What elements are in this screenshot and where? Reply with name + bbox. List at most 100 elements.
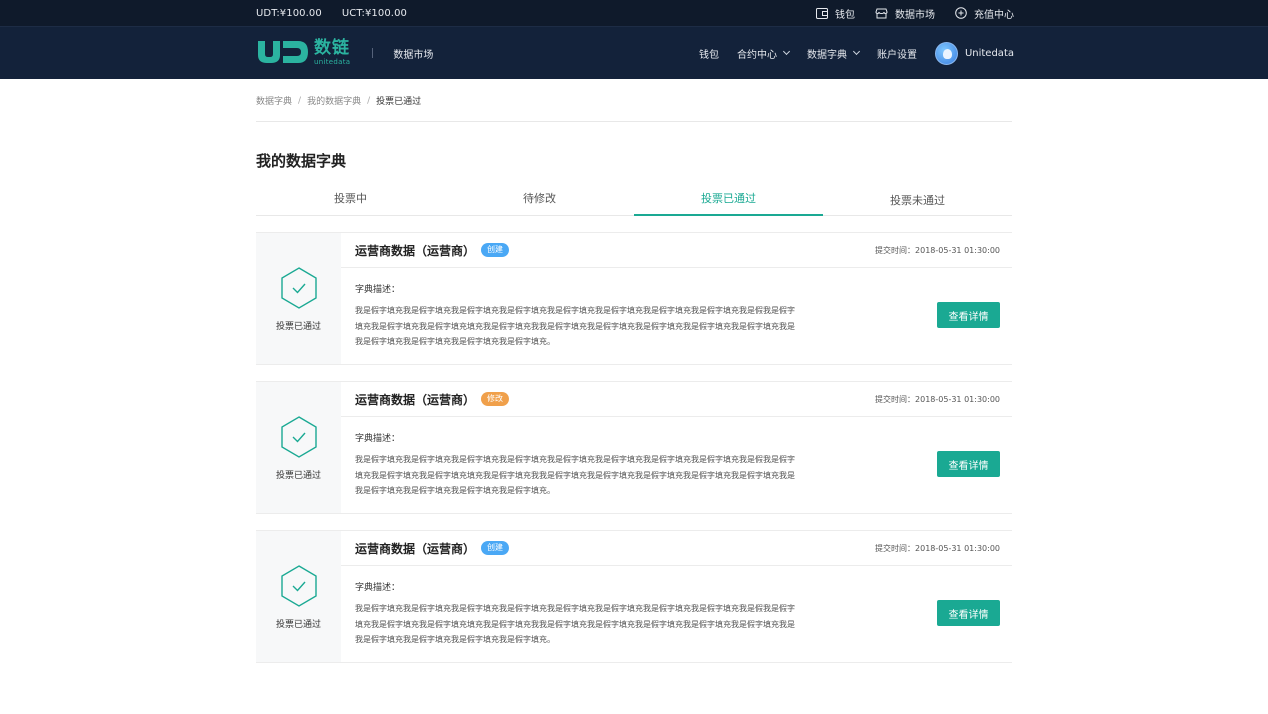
dictionary-list: 投票已通过 运营商数据（运营商） 创建 提交时间：2018-05-31 01:3…: [256, 232, 1012, 663]
toplink-market[interactable]: 数据市场: [875, 6, 935, 21]
submit-time: 提交时间：2018-05-31 01:30:00: [875, 543, 1000, 553]
username: Unitedata: [964, 47, 1014, 59]
toplink-wallet[interactable]: 钱包: [816, 6, 855, 21]
chevron-down-icon: [782, 47, 790, 56]
ud-logo-icon: [256, 40, 310, 67]
main-content: 数据字典 / 我的数据字典 / 投票已通过 我的数据字典 投票中 待修改 投票已…: [256, 80, 1012, 679]
user-menu[interactable]: Unitedata: [934, 41, 1014, 65]
main-header: 数链 unitedata 数据市场 钱包 合约中心 数据字典 账户设置 Unit…: [0, 26, 1268, 79]
description-label: 字典描述：: [355, 583, 401, 593]
description-line: 填充我是假字填充我是假字填充填充我是假字填充我我是假字填充我是假字填充我是假字填…: [355, 321, 795, 331]
description-text: 我是假字填充我是假字填充我是假字填充我是假字填充我是假字填充我是假字填充我是假字…: [355, 303, 865, 350]
tab-pending-edit[interactable]: 待修改: [445, 186, 634, 215]
description-line: 我是假字填充我是假字填充我是假字填充我是假字填充。: [355, 337, 555, 346]
chevron-down-icon: [852, 47, 860, 56]
nav-item-label: 数据字典: [806, 49, 847, 61]
nav-item-wallet[interactable]: 钱包: [699, 46, 719, 61]
logo-cn: 数链: [314, 38, 350, 58]
dictionary-card: 投票已通过 运营商数据（运营商） 创建 提交时间：2018-05-31 01:3…: [256, 232, 1012, 365]
nav-item-dictionary[interactable]: 数据字典: [806, 46, 860, 61]
store-icon: [875, 8, 888, 19]
view-details-button[interactable]: 查看详情: [937, 451, 1000, 477]
description-line: 我是假字填充我是假字填充我是假字填充我是假字填充我是假字填充我是假字填充我是假字…: [355, 306, 795, 315]
card-title-text: 运营商数据（运营商）: [355, 243, 476, 258]
submit-time: 提交时间：2018-05-31 01:30:00: [875, 245, 1000, 255]
breadcrumb-item[interactable]: 数据字典: [256, 94, 292, 107]
nav-item-contracts[interactable]: 合约中心: [736, 46, 790, 61]
nav-item-account[interactable]: 账户设置: [877, 46, 917, 61]
card-main: 运营商数据（运营商） 修改 提交时间：2018-05-31 01:30:00 字…: [341, 382, 1012, 513]
udt-balance: UDT:¥100.00: [256, 7, 322, 19]
tab-voting[interactable]: 投票中: [256, 186, 445, 215]
description-line: 填充我是假字填充我是假字填充填充我是假字填充我我是假字填充我是假字填充我是假字填…: [355, 619, 795, 629]
card-body: 字典描述： 我是假字填充我是假字填充我是假字填充我是假字填充我是假字填充我是假字…: [341, 566, 1012, 648]
brand-subtitle[interactable]: 数据市场: [393, 46, 433, 61]
status-badge: 创建: [481, 243, 510, 257]
tab-rejected[interactable]: 投票未通过: [823, 186, 1012, 215]
hexagon-check-icon: [279, 266, 319, 313]
card-status: 投票已通过: [256, 531, 341, 662]
breadcrumb-current: 投票已通过: [376, 97, 422, 107]
logo[interactable]: 数链 unitedata: [256, 40, 350, 67]
breadcrumb: 数据字典 / 我的数据字典 / 投票已通过: [256, 80, 1012, 122]
status-label: 投票已通过: [275, 321, 321, 332]
card-title: 运营商数据（运营商） 修改: [355, 391, 510, 408]
card-description: 字典描述： 我是假字填充我是假字填充我是假字填充我是假字填充我是假字填充我是假字…: [355, 576, 865, 648]
top-links: 钱包 数据市场 充值中心: [816, 6, 1014, 21]
card-description: 字典描述： 我是假字填充我是假字填充我是假字填充我是假字填充我是假字填充我是假字…: [355, 427, 865, 499]
submit-time: 提交时间：2018-05-31 01:30:00: [875, 394, 1000, 404]
card-title: 运营商数据（运营商） 创建: [355, 540, 510, 557]
page-title: 我的数据字典: [256, 152, 347, 170]
top-bar: UDT:¥100.00 UCT:¥100.00 钱包 数据市场 充值中心: [0, 0, 1268, 26]
description-line: 我是假字填充我是假字填充我是假字填充我是假字填充我是假字填充我是假字填充我是假字…: [355, 604, 795, 613]
nav-item-label: 钱包: [698, 49, 719, 61]
description-line: 我是假字填充我是假字填充我是假字填充我是假字填充。: [355, 486, 555, 495]
uct-balance: UCT:¥100.00: [341, 7, 407, 19]
card-header: 运营商数据（运营商） 修改 提交时间：2018-05-31 01:30:00: [341, 382, 1012, 417]
hexagon-check-icon: [279, 564, 319, 611]
avatar: [934, 41, 958, 65]
logo-text: 数链 unitedata: [314, 40, 350, 66]
nav-item-label: 合约中心: [736, 49, 777, 61]
description-label: 字典描述：: [355, 434, 401, 444]
status-badge: 创建: [481, 541, 510, 555]
card-status: 投票已通过: [256, 382, 341, 513]
toplink-wallet-label: 钱包: [835, 9, 855, 21]
status-badge: 修改: [481, 392, 510, 406]
description-line: 填充我是假字填充我是假字填充填充我是假字填充我我是假字填充我是假字填充我是假字填…: [355, 470, 795, 480]
card-body: 字典描述： 我是假字填充我是假字填充我是假字填充我是假字填充我是假字填充我是假字…: [341, 268, 1012, 350]
card-title: 运营商数据（运营商） 创建: [355, 242, 510, 259]
card-title-text: 运营商数据（运营商）: [355, 541, 476, 556]
toplink-recharge[interactable]: 充值中心: [955, 6, 1014, 21]
status-label: 投票已通过: [275, 619, 321, 630]
description-line: 我是假字填充我是假字填充我是假字填充我是假字填充。: [355, 635, 555, 644]
balances: UDT:¥100.00 UCT:¥100.00: [256, 8, 407, 19]
dictionary-card: 投票已通过 运营商数据（运营商） 创建 提交时间：2018-05-31 01:3…: [256, 530, 1012, 663]
card-header: 运营商数据（运营商） 创建 提交时间：2018-05-31 01:30:00: [341, 531, 1012, 566]
dictionary-card: 投票已通过 运营商数据（运营商） 修改 提交时间：2018-05-31 01:3…: [256, 381, 1012, 514]
card-main: 运营商数据（运营商） 创建 提交时间：2018-05-31 01:30:00 字…: [341, 531, 1012, 662]
view-details-button[interactable]: 查看详情: [937, 600, 1000, 626]
toplink-market-label: 数据市场: [895, 9, 935, 21]
view-details-button[interactable]: 查看详情: [937, 302, 1000, 328]
brand: 数链 unitedata 数据市场: [256, 40, 433, 67]
wallet-icon: [816, 7, 828, 19]
breadcrumb-separator: /: [367, 95, 371, 106]
status-label: 投票已通过: [275, 470, 321, 481]
description-text: 我是假字填充我是假字填充我是假字填充我是假字填充我是假字填充我是假字填充我是假字…: [355, 452, 865, 499]
brand-divider: [372, 48, 374, 58]
toplink-recharge-label: 充值中心: [974, 9, 1014, 21]
description-line: 我是假字填充我是假字填充我是假字填充我是假字填充我是假字填充我是假字填充我是假字…: [355, 455, 795, 464]
card-status: 投票已通过: [256, 233, 341, 364]
recharge-icon: [955, 7, 967, 19]
description-label: 字典描述：: [355, 285, 401, 295]
hexagon-check-icon: [279, 415, 319, 462]
breadcrumb-item[interactable]: 我的数据字典: [307, 94, 361, 107]
status-tabs: 投票中 待修改 投票已通过 投票未通过: [256, 186, 1012, 216]
tab-approved[interactable]: 投票已通过: [634, 186, 823, 216]
logo-en: unitedata: [314, 58, 351, 66]
main-nav: 钱包 合约中心 数据字典 账户设置 Unitedata: [699, 41, 1014, 65]
card-title-text: 运营商数据（运营商）: [355, 392, 476, 407]
card-main: 运营商数据（运营商） 创建 提交时间：2018-05-31 01:30:00 字…: [341, 233, 1012, 364]
card-header: 运营商数据（运营商） 创建 提交时间：2018-05-31 01:30:00: [341, 233, 1012, 268]
